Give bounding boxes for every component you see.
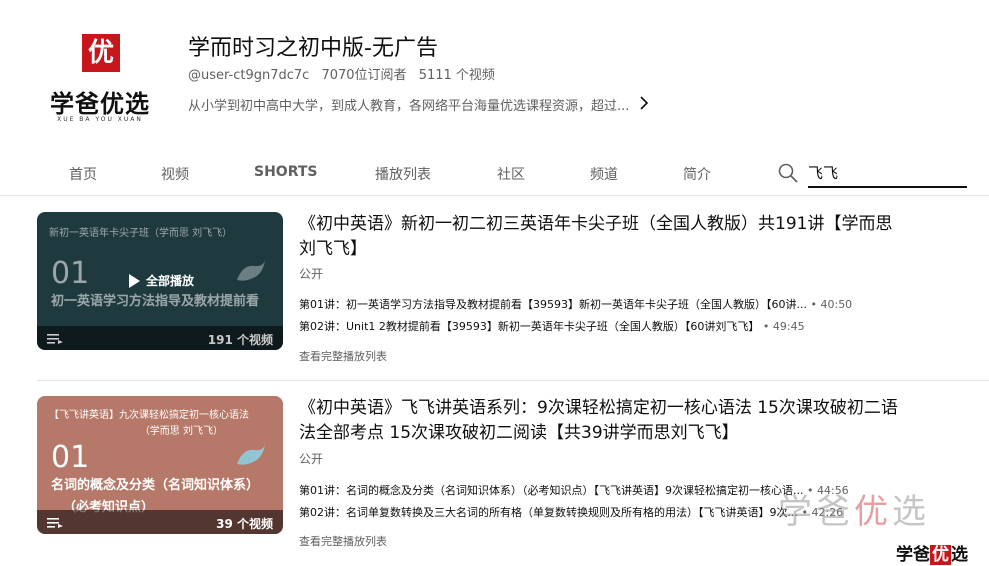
tab-about[interactable]: 简介 xyxy=(683,164,711,184)
play-icon xyxy=(129,273,140,288)
thumbnail-caption: 【飞飞讲英语】九次课轻松搞定初一核心语法 xyxy=(49,410,249,421)
episode-item[interactable]: 第01讲：初一英语学习方法指导及教材提前看【39593】新初一英语年卡尖子班（全… xyxy=(299,296,852,312)
episode-title: 第02讲：Unit1 2教材提前看【39593】新初一英语年卡尖子班（全国人教版… xyxy=(299,320,760,333)
channel-description-text: 从小学到初中高中大学，到成人教育，各网络平台海量优选课程资源，超过... xyxy=(188,99,630,114)
thumbnail-caption: 新初一英语年卡尖子班（学而思 刘飞飞） xyxy=(49,228,233,239)
thumbnail-overlay-bar: 191 个视频 xyxy=(37,326,283,350)
episode-item[interactable]: 第02讲：Unit1 2教材提前看【39593】新初一英语年卡尖子班（全国人教版… xyxy=(299,318,805,334)
episode-title: 第01讲：名词的概念及分类（名词知识体系）（必考知识点）【飞飞讲英语】9次课轻松… xyxy=(299,484,804,497)
playlist-title[interactable]: 《初中英语》新初一初二初三英语年卡尖子班（全国人教版）共191讲【学而思刘飞飞】 xyxy=(299,212,899,262)
visibility-label: 公开 xyxy=(299,452,324,466)
episode-item[interactable]: 第02讲：名词单复数转换及三大名词的所有格（单复数转换规则及所有格的用法）【飞飞… xyxy=(299,504,843,520)
thumbnail-heading: 名词的概念及分类（名词知识体系） xyxy=(51,478,260,493)
channel-meta: @user-ct9gn7dc7c 7070位订阅者 5111 个视频 xyxy=(188,64,495,83)
thumbnail-caption-sub: （学而思 刘飞飞） xyxy=(139,426,223,437)
tab-shorts[interactable]: SHORTS xyxy=(254,164,318,180)
thumbnail-overlay-bar: 39 个视频 xyxy=(37,510,283,534)
episode-duration: 40:50 xyxy=(820,298,853,311)
channel-tabs: 首页 视频 SHORTS 播放列表 社区 频道 简介 xyxy=(0,150,989,196)
episode-title: 第02讲：名词单复数转换及三大名词的所有格（单复数转换规则及所有格的用法）【飞飞… xyxy=(299,506,798,519)
search-icon[interactable] xyxy=(777,162,799,184)
channel-avatar[interactable]: 优 学爸优选 XUE BA YOU XUAN xyxy=(40,28,160,128)
video-count: 5111 个视频 xyxy=(418,68,495,83)
logo-seal: 优 xyxy=(82,34,120,72)
playlist-video-count: 191 个视频 xyxy=(207,333,273,347)
playlist-icon xyxy=(47,334,63,344)
subscriber-count: 7070位订阅者 xyxy=(321,68,407,83)
channel-search-input[interactable] xyxy=(808,158,967,188)
tab-channels[interactable]: 频道 xyxy=(590,164,618,184)
playlist-icon xyxy=(47,518,63,528)
view-full-playlist-link[interactable]: 查看完整播放列表 xyxy=(299,533,387,549)
tab-home[interactable]: 首页 xyxy=(69,164,97,184)
channel-title: 学而时习之初中版-无广告 xyxy=(188,36,438,61)
episode-duration: 49:45 xyxy=(772,320,805,333)
play-all-button[interactable]: 全部播放 xyxy=(129,272,194,289)
tab-videos[interactable]: 视频 xyxy=(161,164,189,184)
chevron-right-icon[interactable] xyxy=(639,95,649,114)
playlist-video-count: 39 个视频 xyxy=(216,517,273,531)
thumbnail-number: 01 xyxy=(51,256,90,291)
watermark-large: 学爸优选 xyxy=(778,492,930,532)
visibility-label: 公开 xyxy=(299,267,324,281)
playlist-item: 【飞飞讲英语】九次课轻松搞定初一核心语法 （学而思 刘飞飞） 01 名词的概念及… xyxy=(37,396,989,564)
logo-subtitle: XUE BA YOU XUAN xyxy=(57,116,143,123)
tab-playlists[interactable]: 播放列表 xyxy=(375,164,431,184)
bird-icon xyxy=(237,444,265,465)
thumbnail-number: 01 xyxy=(51,440,90,475)
channel-handle: @user-ct9gn7dc7c xyxy=(188,68,310,83)
playlist-thumbnail[interactable]: 新初一英语年卡尖子班（学而思 刘飞飞） 01 初一英语学习方法指导及教材提前看 … xyxy=(37,212,283,350)
playlist-item: 新初一英语年卡尖子班（学而思 刘飞飞） 01 初一英语学习方法指导及教材提前看 … xyxy=(37,212,989,381)
tab-community[interactable]: 社区 xyxy=(497,164,525,184)
episode-title: 第01讲：初一英语学习方法指导及教材提前看【39593】新初一英语年卡尖子班（全… xyxy=(299,298,807,311)
episode-item[interactable]: 第01讲：名词的概念及分类（名词知识体系）（必考知识点）【飞飞讲英语】9次课轻松… xyxy=(299,482,849,498)
bird-icon xyxy=(237,260,265,281)
logo-name: 学爸优选 xyxy=(50,90,150,118)
view-full-playlist-link[interactable]: 查看完整播放列表 xyxy=(299,348,387,364)
channel-description[interactable]: 从小学到初中高中大学，到成人教育，各网络平台海量优选课程资源，超过... xyxy=(188,95,649,114)
playlist-title[interactable]: 《初中英语》飞飞讲英语系列：9次课轻松搞定初一核心语法 15次课攻破初二语法全部… xyxy=(299,396,899,446)
thumbnail-heading: 初一英语学习方法指导及教材提前看 xyxy=(51,294,260,309)
play-all-label: 全部播放 xyxy=(146,274,195,288)
watermark-small: 学爸优选 xyxy=(896,545,968,565)
playlist-thumbnail[interactable]: 【飞飞讲英语】九次课轻松搞定初一核心语法 （学而思 刘飞飞） 01 名词的概念及… xyxy=(37,396,283,534)
